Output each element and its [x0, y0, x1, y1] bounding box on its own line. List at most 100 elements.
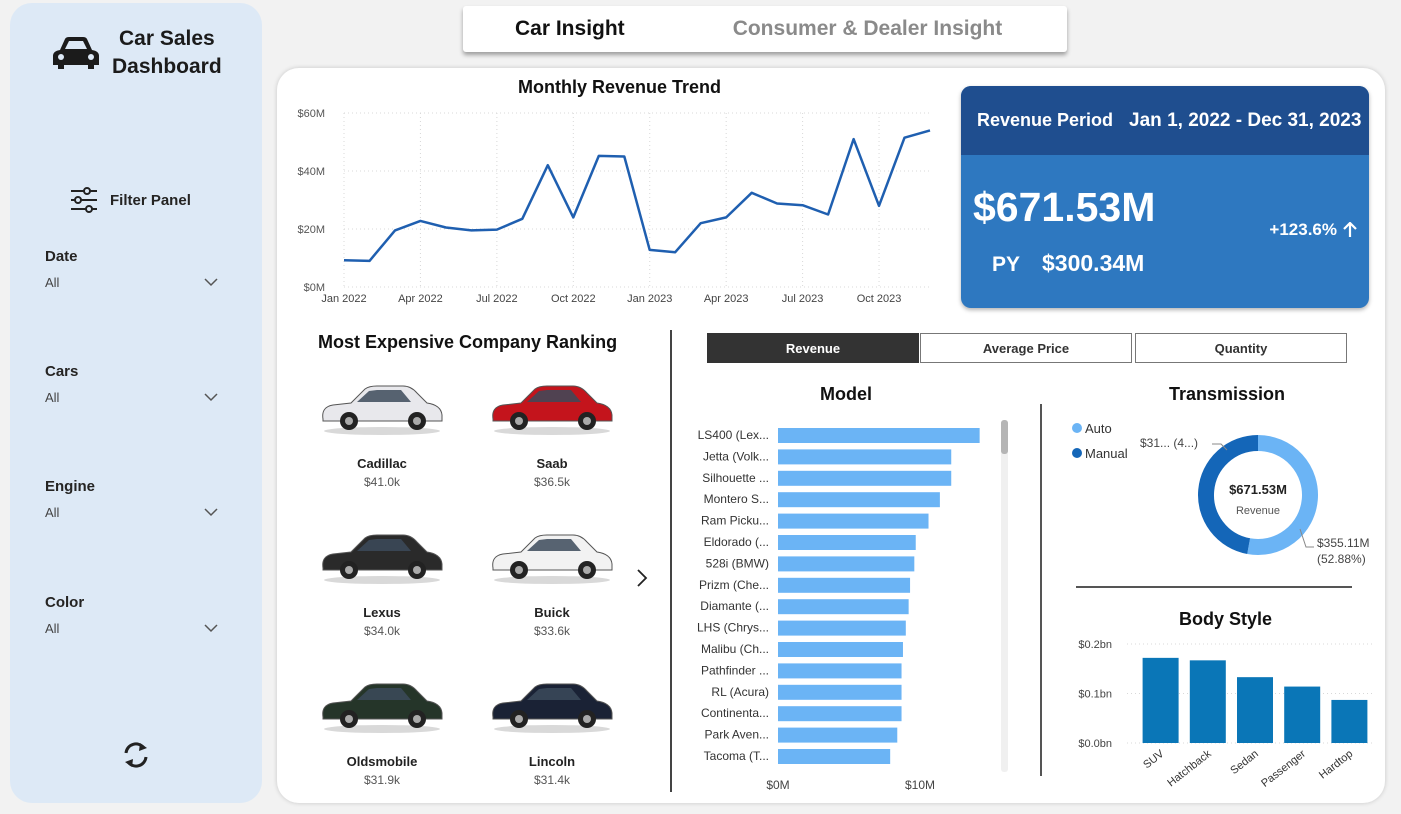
company-card[interactable]: Saab $36.5k [477, 368, 627, 489]
car-image [307, 368, 457, 444]
body-style-bar[interactable] [1189, 660, 1226, 743]
company-price: $41.0k [363, 475, 401, 489]
slicer-color[interactable]: Color All [45, 594, 220, 636]
model-bar[interactable] [778, 620, 906, 636]
dashboard-title: Car Sales Dashboard [112, 25, 222, 81]
chevron-down-icon[interactable] [204, 278, 218, 287]
model-label: Jetta (Volk... [703, 449, 769, 463]
company-card[interactable]: Lincoln $31.4k [477, 666, 627, 787]
x-tick-label: Jan 2023 [627, 293, 672, 305]
x-tick-label: Jul 2022 [476, 293, 518, 305]
model-bar[interactable] [778, 684, 902, 700]
scrollbar-thumb[interactable] [1001, 420, 1008, 454]
model-bar[interactable] [778, 749, 891, 764]
slicer-dropdown[interactable]: All [45, 390, 220, 405]
x-tick-label: Sedan [1228, 748, 1260, 777]
slicer-cars[interactable]: Cars All [45, 363, 220, 405]
average-price-button[interactable]: Average Price [920, 333, 1132, 363]
x-tick-label: Jan 2022 [321, 293, 366, 305]
quantity-button[interactable]: Quantity [1135, 333, 1347, 363]
filter-panel-label: Filter Panel [110, 191, 191, 209]
legend-dot [1072, 448, 1082, 458]
chevron-down-icon[interactable] [204, 624, 218, 633]
revenue-period-label: Revenue Period [977, 110, 1114, 130]
chevron-down-icon[interactable] [204, 393, 218, 402]
py-value: $300.34M [1042, 250, 1145, 276]
slicer-dropdown[interactable]: All [45, 621, 220, 636]
car-image [477, 368, 627, 444]
company-name: Buick [534, 605, 570, 620]
vertical-divider-2 [1040, 404, 1042, 776]
slicer-label: Date [45, 248, 78, 265]
model-bar[interactable] [778, 492, 940, 508]
company-card[interactable]: Oldsmobile $31.9k [307, 666, 457, 787]
model-bar[interactable] [778, 470, 952, 486]
model-chart: LS400 (Lex... Jetta (Volk... Silhouette ..… [697, 420, 1008, 792]
company-name: Oldsmobile [346, 754, 418, 769]
refresh-icon[interactable] [120, 739, 152, 771]
model-label: Eldorado (... [704, 535, 769, 549]
y-tick-label: $60M [297, 108, 325, 120]
company-price: $31.4k [533, 773, 571, 787]
chevron-down-icon[interactable] [204, 508, 218, 517]
donut-center-value: $671.53M [1229, 482, 1287, 497]
model-bar[interactable] [778, 642, 903, 657]
model-label: Ram Picku... [701, 514, 769, 528]
transmission-title: Transmission [1169, 384, 1286, 404]
company-price: $33.6k [533, 624, 571, 638]
tab-consumer-dealer-insight[interactable]: Consumer & Dealer Insight [733, 17, 1003, 41]
revenue-button[interactable]: Revenue [707, 333, 919, 363]
model-bar[interactable] [778, 599, 909, 615]
company-price: $36.5k [533, 475, 571, 489]
slicer-dropdown[interactable]: All [45, 505, 220, 520]
change-percent: +123.6% [1269, 220, 1337, 239]
x-tick-label: Jul 2023 [782, 293, 824, 305]
slice-label-manual: $31... (4...) [1140, 436, 1198, 450]
car-image [307, 666, 457, 742]
company-card[interactable]: Lexus $34.0k [307, 517, 457, 638]
body-style-bar[interactable] [1142, 657, 1179, 743]
slicer-value: All [45, 275, 60, 290]
model-bar[interactable] [778, 706, 902, 722]
chevron-right-icon[interactable] [632, 566, 652, 590]
model-bar[interactable] [778, 556, 915, 572]
slicer-engine[interactable]: Engine All [45, 478, 220, 520]
x-tick-label: Apr 2023 [704, 293, 749, 305]
model-bar[interactable] [778, 577, 911, 593]
body-style-bar[interactable] [1331, 699, 1368, 743]
slicer-date[interactable]: Date All [45, 248, 220, 290]
car-image [477, 666, 627, 742]
body-style-bar[interactable] [1284, 686, 1321, 743]
company-card[interactable]: Buick $33.6k [477, 517, 627, 638]
model-bar[interactable] [778, 663, 902, 679]
legend-item-manual[interactable]: Manual [1072, 441, 1128, 466]
legend-label: Auto [1085, 421, 1112, 436]
slicer-dropdown[interactable]: All [45, 275, 220, 290]
body-style-chart: $0.0bn $0.1bn $0.2bn SUVHatchback SedanPasse… [1078, 639, 1375, 790]
legend-item-auto[interactable]: Auto [1072, 416, 1128, 441]
car-image [307, 517, 457, 593]
filter-panel-header: Filter Panel [70, 187, 191, 213]
x-tick-label: SUV [1141, 748, 1167, 772]
x-tick-label: Oct 2023 [857, 293, 902, 305]
x-tick-label: Hardtop [1317, 748, 1355, 782]
company-card[interactable]: Cadillac $41.0k [307, 368, 457, 489]
tab-car-insight[interactable]: Car Insight [515, 17, 625, 41]
model-label: Silhouette ... [702, 471, 769, 485]
scrollbar-track[interactable] [1001, 420, 1008, 772]
slicer-value: All [45, 390, 60, 405]
body-style-bar[interactable] [1237, 677, 1273, 743]
model-label: Montero S... [704, 492, 769, 506]
model-bar[interactable] [778, 727, 898, 743]
y-tick-label: $0.0bn [1078, 738, 1112, 750]
model-bar[interactable] [778, 513, 929, 529]
revenue-line[interactable] [343, 129, 931, 263]
x-tick-label: $10M [905, 778, 935, 792]
model-bar[interactable] [778, 449, 952, 465]
revenue-trend-chart: $0M$20M$40M$60MJan 2022 Apr 2022 Jul 2022 O… [297, 108, 931, 305]
model-bar[interactable] [778, 535, 916, 550]
model-label: Malibu (Ch... [701, 642, 769, 656]
company-price: $31.9k [363, 773, 401, 787]
model-bar[interactable] [778, 428, 980, 443]
y-tick-label: $20M [297, 224, 325, 236]
